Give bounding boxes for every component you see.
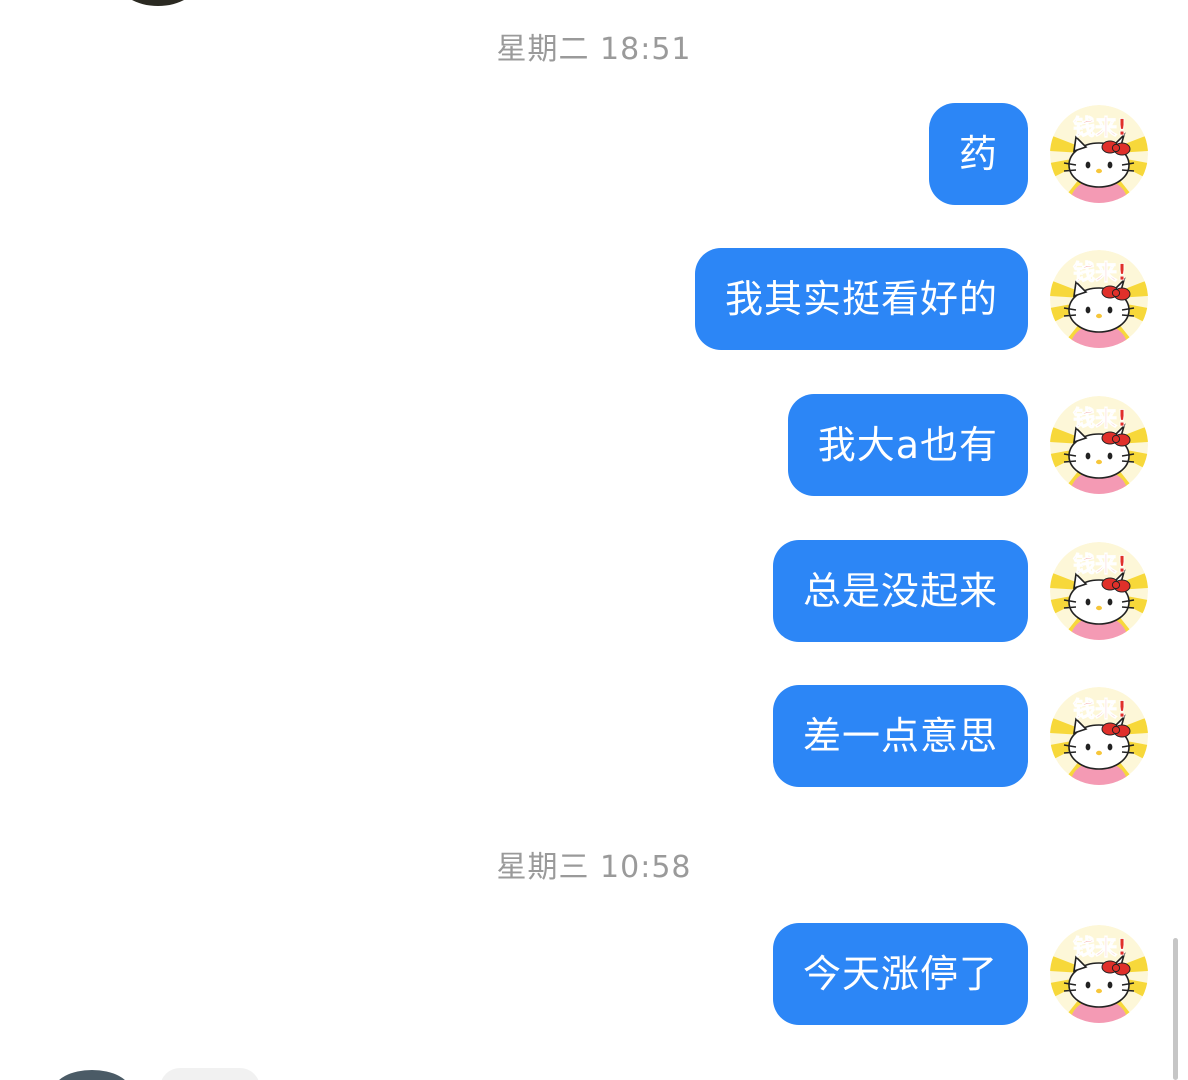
message-bubble[interactable]: 差一点意思: [772, 685, 1028, 787]
hello-kitty-avatar-icon[interactable]: 钱来!: [1050, 542, 1148, 640]
message-row: 差一点意思 钱来!: [772, 684, 1148, 788]
svg-text:钱来!: 钱来!: [1073, 115, 1127, 141]
contact-avatar[interactable]: [54, 1070, 130, 1080]
message-bubble[interactable]: [160, 1068, 260, 1080]
message-row: 我其实挺看好的 钱来!: [694, 247, 1148, 351]
timestamp: 星期三 10:58: [496, 850, 692, 885]
contact-avatar[interactable]: [118, 0, 198, 6]
svg-text:钱来!: 钱来!: [1073, 697, 1127, 723]
hello-kitty-avatar-icon[interactable]: 钱来!: [1050, 396, 1148, 494]
timestamp: 星期二 18:51: [496, 32, 692, 67]
svg-text:钱来!: 钱来!: [1073, 260, 1127, 286]
message-row: 今天涨停了 钱来!: [772, 922, 1148, 1026]
message-bubble[interactable]: 我大a也有: [787, 394, 1028, 496]
message-bubble[interactable]: 药: [928, 103, 1028, 205]
message-bubble[interactable]: 今天涨停了: [772, 923, 1028, 1025]
svg-text:钱来!: 钱来!: [1073, 552, 1127, 578]
message-row: 药 钱来!: [928, 102, 1148, 206]
hello-kitty-avatar-icon[interactable]: 钱来!: [1050, 687, 1148, 785]
message-row: 总是没起来 钱来!: [772, 539, 1148, 643]
chat-screen: 星期二 18:51 药 钱来! 我其实挺看好的 钱来! 我大a也有 钱来! 总是…: [0, 0, 1188, 1080]
message-bubble[interactable]: 我其实挺看好的: [694, 248, 1028, 350]
message-bubble[interactable]: 总是没起来: [772, 540, 1028, 642]
svg-text:钱来!: 钱来!: [1073, 935, 1127, 961]
hello-kitty-avatar-icon[interactable]: 钱来!: [1050, 105, 1148, 203]
message-row: 我大a也有 钱来!: [787, 393, 1148, 497]
scrollbar[interactable]: [1173, 938, 1178, 1080]
hello-kitty-avatar-icon[interactable]: 钱来!: [1050, 925, 1148, 1023]
hello-kitty-avatar-icon[interactable]: 钱来!: [1050, 250, 1148, 348]
svg-text:钱来!: 钱来!: [1073, 406, 1127, 432]
